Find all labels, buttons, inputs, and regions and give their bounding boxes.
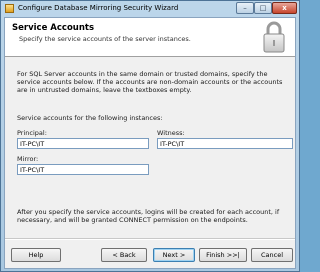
witness-account-input[interactable]	[157, 138, 293, 149]
padlock-icon	[263, 21, 285, 53]
close-button[interactable]: x	[272, 2, 297, 14]
cancel-button[interactable]: Cancel	[251, 248, 293, 262]
maximize-button[interactable]: □	[254, 2, 272, 14]
wizard-app-icon	[5, 4, 14, 13]
minimize-button[interactable]: –	[236, 2, 254, 14]
footer-note: After you specify the service accounts, …	[17, 208, 280, 224]
title-bar[interactable]: Configure Database Mirroring Security Wi…	[1, 1, 299, 17]
witness-label: Witness:	[157, 129, 185, 137]
window-title: Configure Database Mirroring Security Wi…	[18, 4, 179, 12]
mirror-account-input[interactable]	[17, 164, 149, 175]
wizard-content: Service Accounts Specify the service acc…	[4, 17, 296, 269]
button-separator	[5, 238, 295, 240]
mirror-label: Mirror:	[17, 155, 39, 163]
close-icon: x	[282, 4, 287, 12]
back-button[interactable]: < Back	[101, 248, 147, 262]
finish-button[interactable]: Finish >>|	[199, 248, 247, 262]
intro-text: For SQL Server accounts in the same doma…	[17, 70, 283, 94]
page-title: Service Accounts	[12, 23, 95, 33]
wizard-window: Configure Database Mirroring Security Wi…	[0, 0, 300, 272]
wizard-header: Service Accounts Specify the service acc…	[5, 18, 295, 57]
help-button[interactable]: Help	[11, 248, 61, 262]
instances-label: Service accounts for the following insta…	[17, 114, 163, 122]
principal-account-input[interactable]	[17, 138, 149, 149]
next-button[interactable]: Next >	[153, 248, 195, 262]
page-subtitle: Specify the service accounts of the serv…	[19, 35, 191, 43]
maximize-icon: □	[259, 4, 267, 12]
minimize-icon: –	[243, 4, 247, 12]
principal-label: Principal:	[17, 129, 47, 137]
